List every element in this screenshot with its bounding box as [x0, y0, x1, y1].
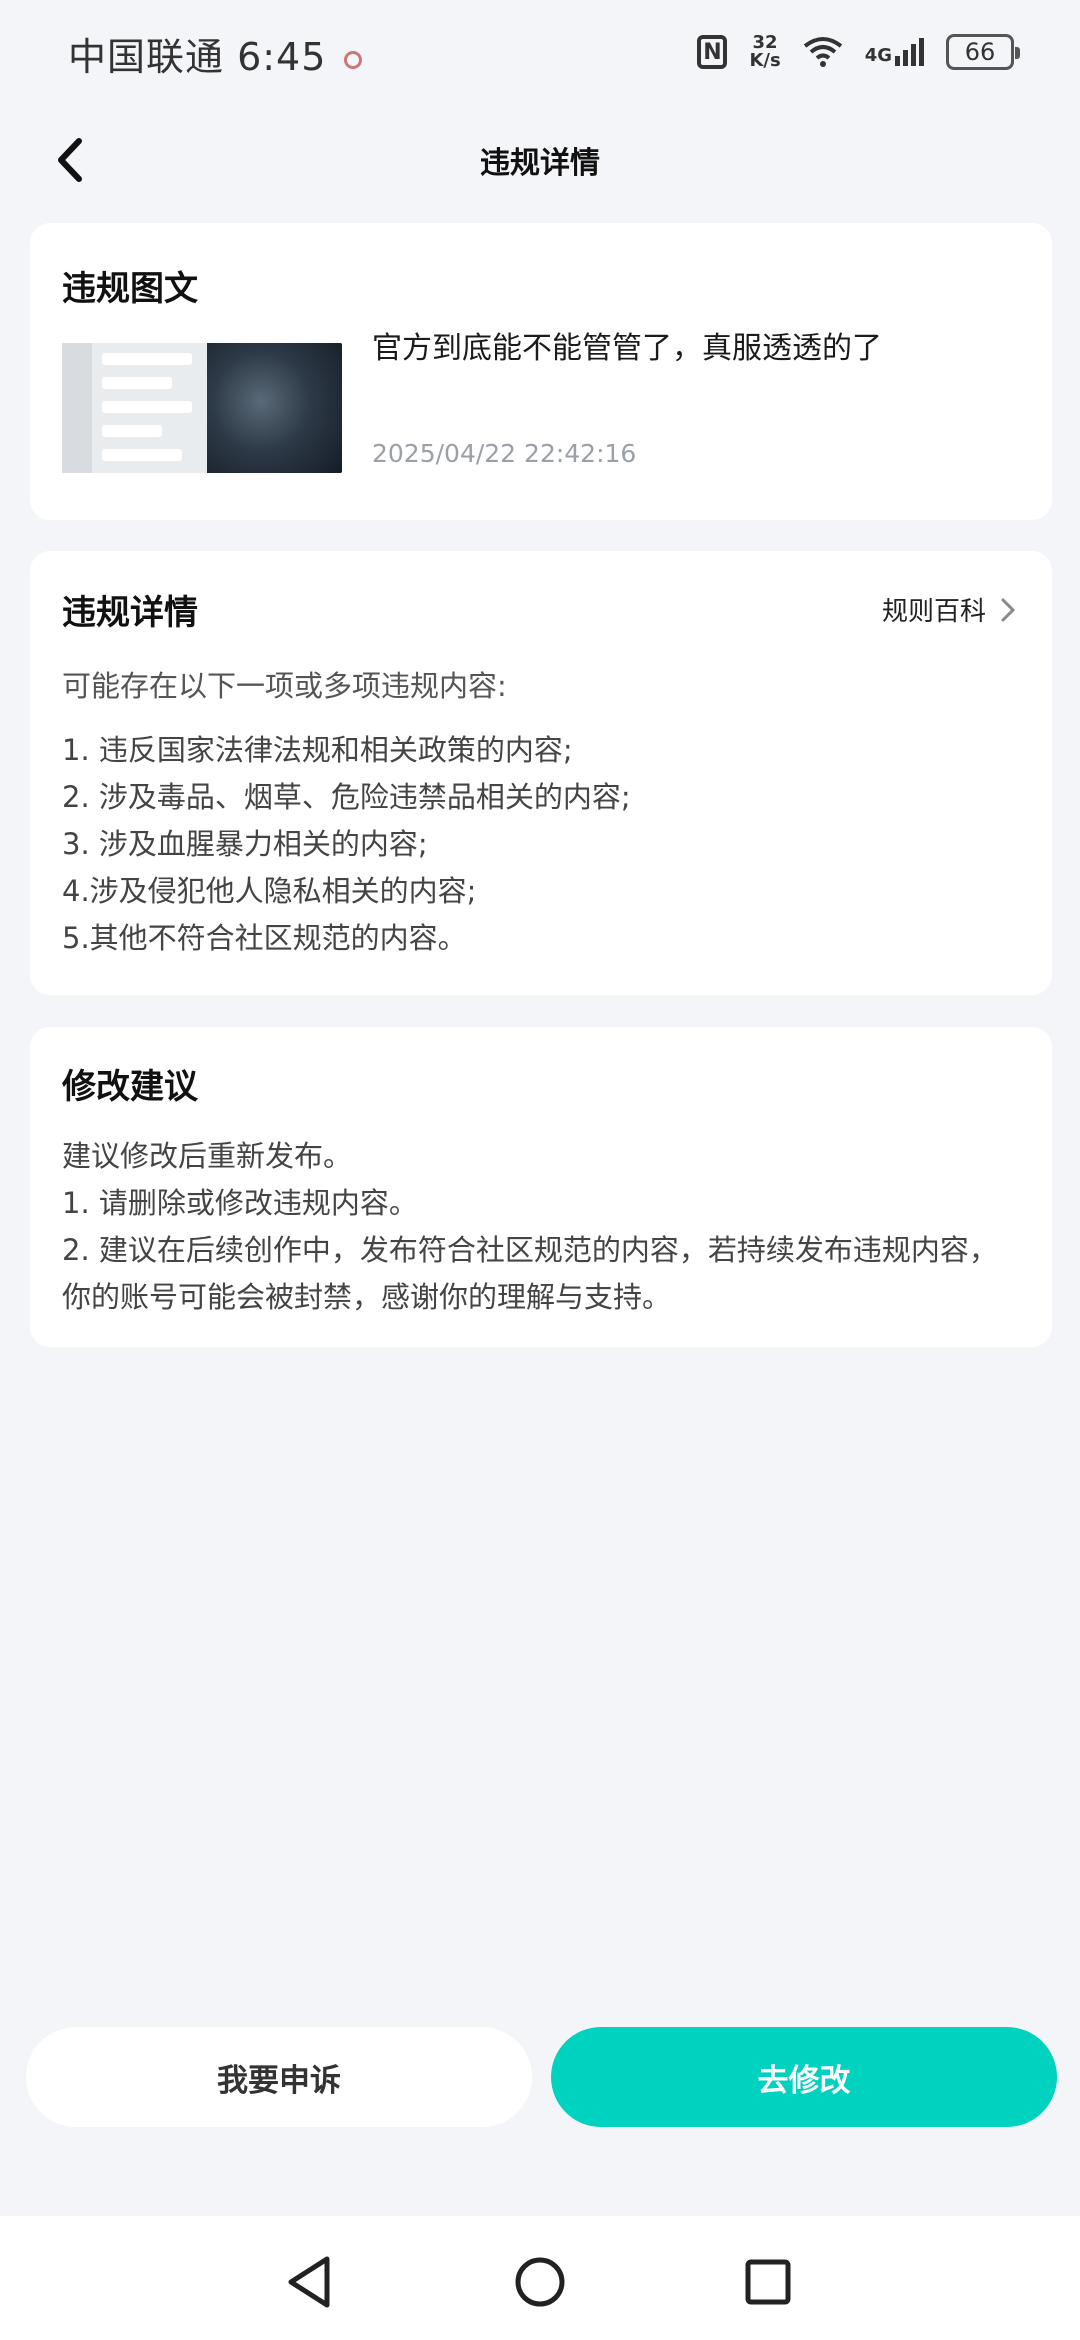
- nav-home-button[interactable]: [510, 2252, 570, 2312]
- violation-list: 1. 违反国家法律法规和相关政策的内容; 2. 涉及毒品、烟草、危险违禁品相关的…: [62, 727, 631, 962]
- rules-wiki-label: 规则百科: [881, 597, 986, 627]
- list-item: 5.其他不符合社区规范的内容。: [62, 921, 467, 955]
- advice-card: 修改建议 建议修改后重新发布。 1. 请删除或修改违规内容。 2. 建议在后续创…: [30, 1027, 1052, 1347]
- list-item: 3. 涉及血腥暴力相关的内容;: [62, 827, 428, 861]
- signal-icon: 4G: [865, 38, 924, 66]
- network-speed: 32 K/s: [749, 34, 780, 70]
- network-type: 4G: [864, 45, 892, 66]
- chevron-right-icon: [1001, 598, 1016, 621]
- circle-home-icon: [515, 2257, 565, 2307]
- header: 违规详情: [0, 120, 1080, 200]
- advice-line: 1. 请删除或修改违规内容。: [62, 1186, 418, 1220]
- post-card-title: 违规图文: [62, 269, 198, 309]
- post-text: 官方到底能不能管管了，真服透透的了: [372, 331, 882, 366]
- nav-back-button[interactable]: [280, 2252, 340, 2312]
- list-item: 4.涉及侵犯他人隐私相关的内容;: [62, 874, 477, 908]
- battery-icon: 66: [946, 34, 1020, 70]
- wifi-icon: [803, 37, 842, 67]
- list-item: 1. 违反国家法律法规和相关政策的内容;: [62, 733, 573, 767]
- triangle-back-icon: [288, 2256, 330, 2308]
- rules-wiki-link[interactable]: 规则百科: [882, 591, 1016, 628]
- violation-details-card: 违规详情 规则百科 可能存在以下一项或多项违规内容: 1. 违反国家法律法规和相…: [30, 551, 1052, 995]
- battery-level: 66: [964, 38, 996, 66]
- square-recents-icon: [745, 2259, 791, 2305]
- modify-button[interactable]: 去修改: [551, 2027, 1057, 2127]
- post-timestamp: 2025/04/22 22:42:16: [372, 439, 637, 468]
- notification-icon: [344, 50, 363, 69]
- nav-recents-button[interactable]: [738, 2252, 798, 2312]
- appeal-button[interactable]: 我要申诉: [26, 2027, 532, 2127]
- appeal-button-label: 我要申诉: [217, 2062, 341, 2099]
- modify-button-label: 去修改: [757, 2062, 851, 2099]
- thumbnail-chat-panel: [62, 343, 207, 473]
- thumbnail-game-scene: [207, 343, 342, 473]
- details-card-title: 违规详情: [62, 593, 198, 633]
- carrier-time: 中国联通 6:45: [68, 35, 327, 79]
- details-intro: 可能存在以下一项或多项违规内容:: [62, 669, 507, 703]
- nfc-icon: N: [697, 35, 728, 69]
- post-thumbnail[interactable]: [62, 343, 342, 473]
- status-icons: N 32 K/s 4G 66: [697, 30, 1020, 74]
- violation-post-card: 违规图文 官方到底能不能管管了，真服透透的了 2025/04/22 22:42:…: [30, 223, 1052, 520]
- status-left: 中国联通 6:45: [68, 26, 363, 81]
- advice-line: 2. 建议在后续创作中，发布符合社区规范的内容，若持续发布违规内容，你的账号可能…: [62, 1233, 998, 1314]
- system-nav-bar: [0, 2216, 1080, 2340]
- status-bar: 中国联通 6:45 N 32 K/s 4G 66: [0, 0, 1080, 100]
- advice-text: 建议修改后重新发布。 1. 请删除或修改违规内容。 2. 建议在后续创作中，发布…: [62, 1133, 1022, 1321]
- list-item: 2. 涉及毒品、烟草、危险违禁品相关的内容;: [62, 780, 631, 814]
- network-speed-unit: K/s: [749, 50, 781, 71]
- page-title: 违规详情: [480, 146, 600, 181]
- advice-line: 建议修改后重新发布。: [62, 1139, 353, 1173]
- advice-card-title: 修改建议: [62, 1067, 198, 1107]
